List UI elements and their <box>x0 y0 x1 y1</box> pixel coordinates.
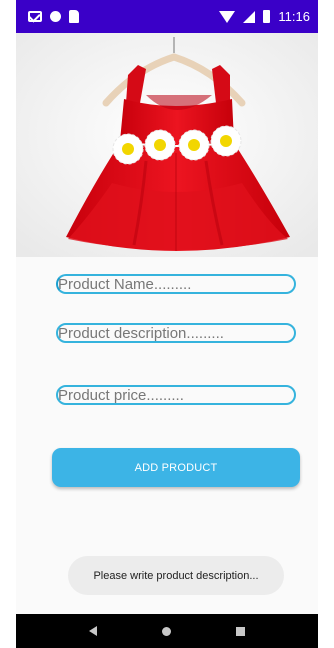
app-screen: 11:16 Product Name......... Product desc… <box>16 0 318 648</box>
product-price-input[interactable] <box>56 385 296 405</box>
home-icon[interactable] <box>161 626 171 636</box>
status-time: 11:16 <box>278 9 310 24</box>
signal-icon <box>243 10 256 23</box>
recents-icon[interactable] <box>236 626 246 636</box>
status-bar-right: 11:16 <box>219 9 310 24</box>
product-description-input[interactable] <box>56 323 296 343</box>
navigation-bar <box>16 614 318 648</box>
battery-icon <box>263 10 271 23</box>
product-name-input[interactable] <box>56 274 296 294</box>
wifi-icon <box>219 10 236 23</box>
sd-card-icon <box>69 10 79 23</box>
back-icon[interactable] <box>88 626 97 636</box>
add-product-button[interactable]: ADD PRODUCT <box>52 448 300 487</box>
toast-text: Please write product description... <box>93 569 259 582</box>
toast-message: Please write product description... <box>68 556 284 595</box>
product-image[interactable] <box>16 33 318 257</box>
status-bar: 11:16 <box>16 0 318 33</box>
gmail-icon <box>28 11 42 22</box>
red-dress-illustration <box>16 33 318 257</box>
status-bar-left <box>28 10 79 23</box>
notification-dot-icon <box>50 11 61 22</box>
